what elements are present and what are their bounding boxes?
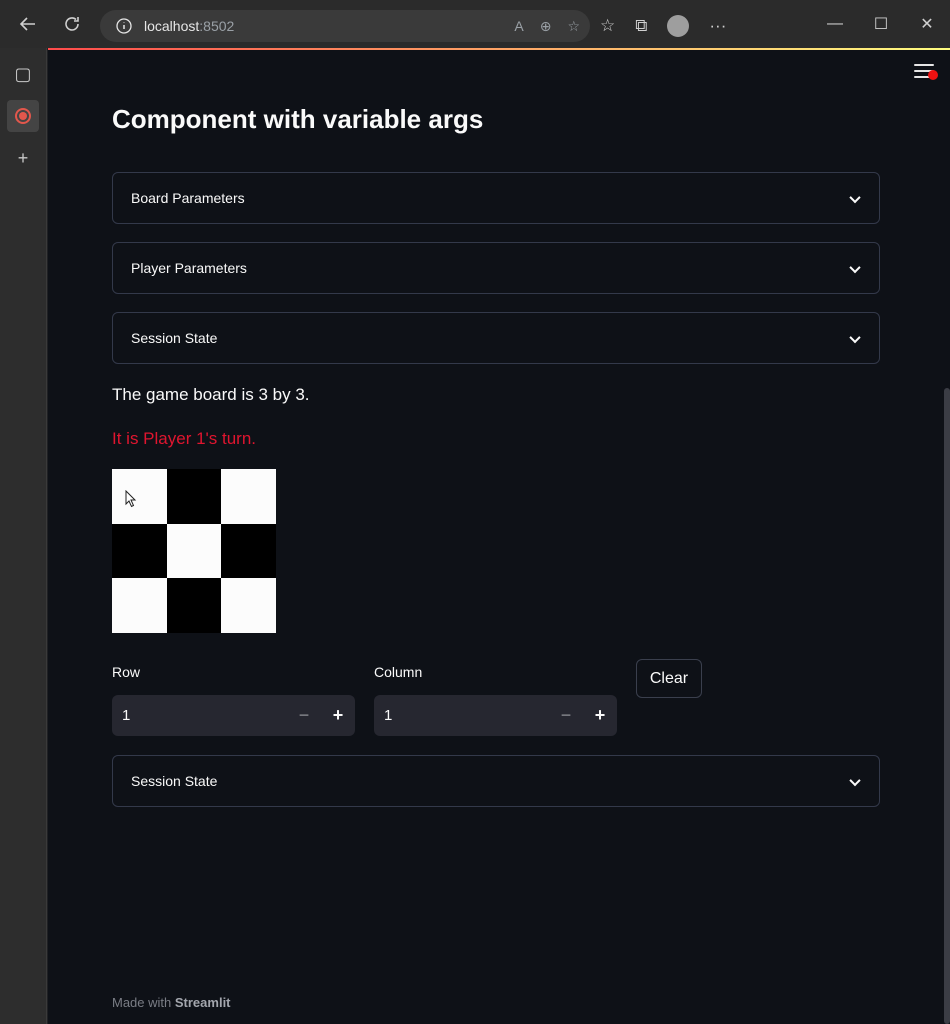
streamlit-app: Component with variable args Board Param… (48, 48, 950, 1024)
browser-toolbar: localhost:8502 A ⊕ ☆ ☆ ⧉ ··· — ☐ ✕ (0, 0, 950, 48)
column-increment-button[interactable]: + (583, 695, 617, 736)
maximize-icon[interactable]: ☐ (858, 14, 904, 34)
streamlit-link[interactable]: Streamlit (175, 995, 231, 1010)
mouse-cursor-icon (125, 490, 137, 508)
read-aloud-icon[interactable]: A (514, 18, 523, 34)
expander-label: Session State (131, 330, 218, 346)
board-cell[interactable] (112, 469, 167, 524)
recording-icon (15, 108, 31, 124)
row-decrement-button[interactable]: − (287, 695, 321, 736)
board-size-text: The game board is 3 by 3. (112, 385, 310, 404)
footer: Made with Streamlit (112, 995, 231, 1010)
board-cell[interactable] (112, 578, 167, 633)
back-button[interactable] (8, 4, 48, 44)
tab-actions-icon[interactable]: ▢ (7, 58, 39, 90)
column-decrement-button[interactable]: − (549, 695, 583, 736)
board-cell[interactable] (166, 523, 222, 579)
collections-icon[interactable]: ⧉ (635, 16, 647, 36)
clear-button[interactable]: Clear (636, 659, 702, 698)
new-tab-icon[interactable]: + (7, 142, 39, 174)
expander-label: Board Parameters (131, 190, 245, 206)
expander-board-parameters[interactable]: Board Parameters (112, 172, 880, 224)
column-value[interactable]: 1 (374, 707, 549, 724)
expander-session-state-bottom[interactable]: Session State (112, 755, 880, 807)
turn-text: It is Player 1's turn. (112, 429, 257, 448)
refresh-button[interactable] (52, 4, 92, 44)
row-value[interactable]: 1 (112, 707, 287, 724)
row-increment-button[interactable]: + (321, 695, 355, 736)
scrollbar[interactable] (944, 388, 950, 1024)
row-label: Row (112, 664, 141, 680)
more-options-icon[interactable]: ··· (709, 16, 726, 36)
notification-dot (928, 70, 938, 80)
close-window-icon[interactable]: ✕ (904, 14, 950, 34)
expander-label: Session State (131, 773, 218, 789)
row-input[interactable]: 1 − + (112, 695, 355, 736)
url-text: localhost:8502 (144, 18, 235, 34)
main-menu-button[interactable] (914, 64, 938, 82)
active-tab[interactable] (7, 100, 39, 132)
vertical-tabs-sidebar: ▢ + (0, 48, 47, 1024)
board-cell[interactable] (166, 469, 222, 524)
zoom-icon[interactable]: ⊕ (540, 18, 552, 35)
profile-avatar[interactable] (667, 15, 690, 37)
chevron-down-icon (849, 261, 861, 274)
favorite-add-icon[interactable]: ☆ (567, 18, 580, 35)
expander-session-state[interactable]: Session State (112, 312, 880, 364)
info-icon (116, 18, 132, 34)
address-bar[interactable]: localhost:8502 A ⊕ ☆ (100, 10, 590, 42)
minimize-icon[interactable]: — (812, 15, 858, 33)
arrow-left-icon (19, 17, 35, 31)
board-cell[interactable] (112, 523, 167, 579)
chevron-down-icon (849, 331, 861, 344)
board-cell[interactable] (221, 523, 276, 579)
column-input[interactable]: 1 − + (374, 695, 617, 736)
footer-prefix: Made with (112, 995, 172, 1010)
page-title: Component with variable args (112, 104, 484, 134)
expander-player-parameters[interactable]: Player Parameters (112, 242, 880, 294)
expander-label: Player Parameters (131, 260, 247, 276)
refresh-icon (65, 17, 79, 31)
chevron-down-icon (849, 774, 861, 787)
board-cell[interactable] (166, 578, 222, 633)
favorites-icon[interactable]: ☆ (600, 16, 615, 36)
chevron-down-icon (849, 191, 861, 204)
board-cell[interactable] (221, 578, 276, 633)
header-decoration (48, 48, 950, 50)
column-label: Column (374, 664, 423, 680)
board-cell[interactable] (221, 469, 276, 524)
